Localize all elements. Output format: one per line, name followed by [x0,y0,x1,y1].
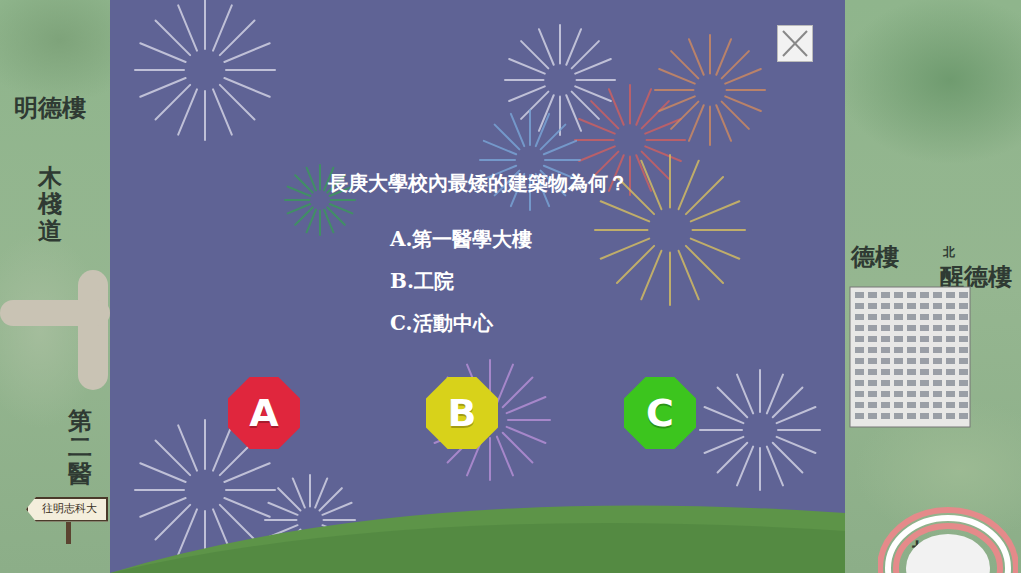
option-list: A.第一醫學大樓B.工院C.活動中心 [110,218,845,344]
quiz-content: 長庚大學校內最矮的建築物為何？ A.第一醫學大樓B.工院C.活動中心 A B C [110,0,845,573]
track-icon [878,488,1018,573]
map-label: 德樓 [851,245,899,269]
option-text: B.工院 [390,260,845,302]
fireworks [110,0,845,573]
close-icon [778,26,812,61]
answer-button[interactable]: C [624,377,696,449]
answer-buttons: A B C [110,377,845,449]
signpost: 往明志科大 [26,497,108,544]
answer-label: B [448,385,477,442]
map-label: 明德樓 [14,96,86,120]
building-icon [845,282,975,432]
campus-map: 明德樓木棧道第二醫德樓北醒德樓操往明志科大長庚大學校內最矮的建築物為何？A.第一… [0,0,1021,573]
sign-text: 往明志科大 [26,497,108,522]
question-text: 長庚大學校內最矮的建築物為何？ [110,0,845,198]
map-path [0,300,110,326]
map-label: 北 [943,246,955,258]
map-label: 第二醫 [68,408,92,487]
answer-label: A [249,385,278,442]
map-label: 木棧道 [38,165,62,244]
answer-button[interactable]: A [228,377,300,449]
option-text: A.第一醫學大樓 [390,218,845,260]
map-label: 醒德樓 [940,265,1012,289]
close-button[interactable] [777,25,813,62]
quiz-dialog: 長庚大學校內最矮的建築物為何？ A.第一醫學大樓B.工院C.活動中心 A B C [110,0,845,573]
answer-button[interactable]: B [426,377,498,449]
option-text: C.活動中心 [390,302,845,344]
answer-label: C [646,385,674,442]
map-path [78,270,108,390]
sign-post [66,522,71,544]
hill [110,493,845,573]
